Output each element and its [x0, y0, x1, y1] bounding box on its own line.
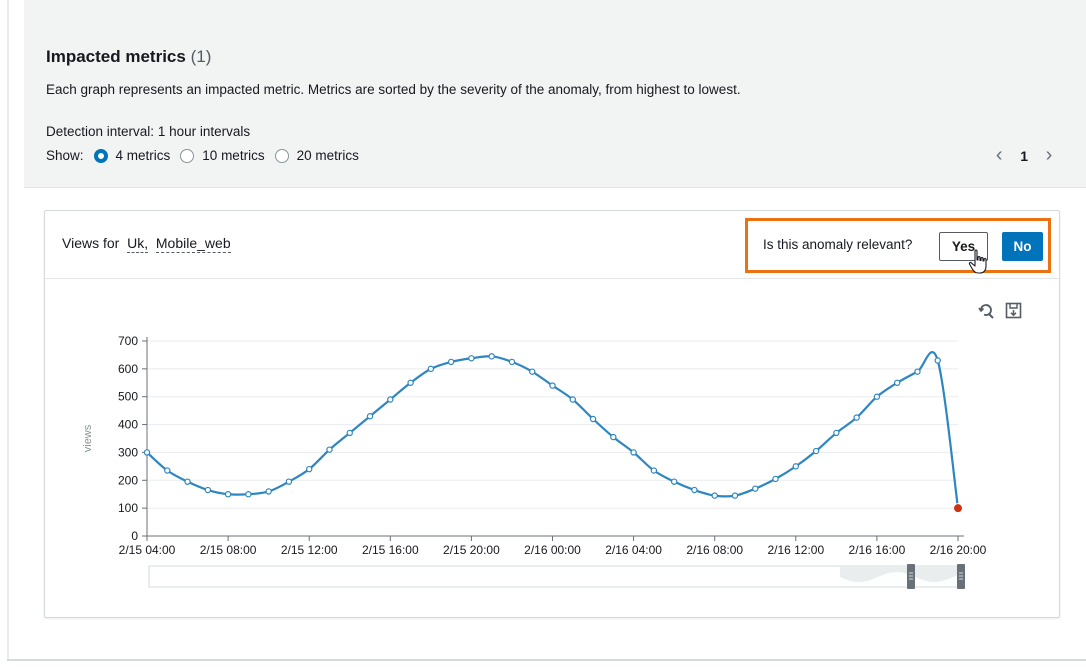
radio-label: 10 metrics	[202, 148, 265, 163]
bottom-border	[7, 659, 1086, 661]
data-point	[549, 382, 556, 389]
radio-button[interactable]	[180, 148, 195, 163]
y-tick-label: 400	[118, 418, 138, 432]
data-point	[407, 379, 414, 386]
data-point	[346, 429, 353, 437]
range-navigator	[148, 565, 959, 588]
data-point	[610, 433, 617, 441]
data-point	[529, 368, 536, 375]
data-point	[265, 488, 272, 495]
data-point	[792, 463, 800, 470]
data-point	[650, 467, 658, 474]
x-tick-label: 2/16 00:00	[524, 543, 581, 557]
data-point	[589, 415, 597, 423]
data-point	[691, 486, 698, 494]
y-tick-label: 100	[118, 501, 138, 515]
x-tick-label: 2/16 12:00	[767, 543, 824, 557]
impacted-metrics-header: Impacted metrics (1) Each graph represen…	[24, 0, 1086, 188]
data-point	[224, 491, 232, 498]
radio-button-selected[interactable]	[93, 148, 108, 163]
data-point	[630, 449, 637, 456]
data-point	[812, 447, 820, 455]
data-point	[326, 446, 333, 453]
next-page-icon[interactable]: ›	[1038, 144, 1060, 167]
x-tick-label: 2/16 04:00	[605, 543, 662, 557]
y-tick-label: 300	[118, 445, 138, 459]
data-point	[934, 357, 941, 364]
x-tick-label: 2/15 08:00	[200, 543, 257, 557]
impacted-metrics-container: Impacted metrics (1) Each graph represen…	[24, 0, 1086, 640]
data-point	[833, 429, 840, 437]
x-tick-label: 2/15 04:00	[119, 543, 176, 557]
radio-button[interactable]	[274, 148, 289, 163]
data-point	[447, 358, 455, 366]
section-title: Impacted metrics (1)	[46, 47, 211, 67]
x-tick-label: 2/15 12:00	[281, 543, 338, 557]
left-border	[7, 0, 9, 660]
x-tick-label: 2/16 16:00	[849, 543, 906, 557]
data-point	[488, 353, 495, 360]
x-tick-label: 2/16 20:00	[930, 543, 987, 557]
y-tick-label: 700	[118, 334, 138, 348]
radio-4-metrics[interactable]: 4 metrics	[93, 148, 171, 163]
radio-label: 4 metrics	[115, 148, 171, 163]
show-metrics-selector: Show: 4 metrics 10 metrics 20 metrics	[46, 148, 369, 163]
previous-page-icon[interactable]: ‹	[988, 144, 1010, 167]
data-point	[143, 449, 151, 456]
x-tick-label: 2/15 16:00	[362, 543, 419, 557]
data-point	[711, 492, 718, 499]
radio-20-metrics[interactable]: 20 metrics	[274, 148, 359, 163]
data-point	[387, 396, 394, 403]
data-point	[164, 467, 171, 474]
data-point	[508, 358, 516, 366]
data-point	[427, 365, 435, 373]
data-point	[204, 486, 212, 494]
data-point	[731, 492, 739, 499]
y-axis-label: views	[82, 424, 94, 452]
data-point	[468, 355, 475, 362]
anomaly-point	[953, 503, 963, 514]
current-page[interactable]: 1	[1020, 148, 1028, 164]
detection-interval: Detection interval: 1 hour intervals	[46, 124, 250, 139]
data-point	[366, 413, 374, 420]
y-tick-label: 600	[118, 362, 138, 376]
radio-label: 20 metrics	[296, 148, 359, 163]
data-point	[670, 478, 678, 485]
pagination: ‹ 1 ›	[988, 144, 1060, 167]
data-point	[752, 485, 759, 492]
interval-label: Detection interval:	[46, 124, 155, 139]
metric-graph-card: Views for Uk, Mobile_web Is this anomaly…	[44, 210, 1060, 618]
x-tick-label: 2/16 08:00	[686, 543, 743, 557]
y-tick-label: 0	[131, 529, 138, 543]
metric-count: (1)	[190, 47, 212, 66]
data-point	[245, 491, 252, 498]
y-tick-label: 500	[118, 390, 138, 404]
data-point	[184, 478, 191, 485]
interval-value: 1 hour intervals	[157, 124, 251, 139]
data-point	[914, 368, 921, 375]
data-point	[772, 475, 779, 483]
show-label: Show:	[46, 148, 84, 163]
data-point	[893, 379, 901, 386]
radio-10-metrics[interactable]: 10 metrics	[180, 148, 265, 163]
data-point	[569, 396, 576, 403]
metric-line-chart: 0 100 200 300 400 500 600 700 2/15 04:00 2/15 08:…	[82, 334, 987, 589]
data-point	[285, 478, 293, 485]
data-point	[306, 465, 313, 473]
y-tick-label: 200	[118, 473, 138, 487]
title-text: Impacted metrics	[46, 47, 186, 66]
section-description: Each graph represents an impacted metric…	[46, 82, 741, 97]
data-point	[853, 414, 860, 421]
x-tick-label: 2/15 20:00	[443, 543, 500, 557]
data-point	[873, 393, 881, 400]
